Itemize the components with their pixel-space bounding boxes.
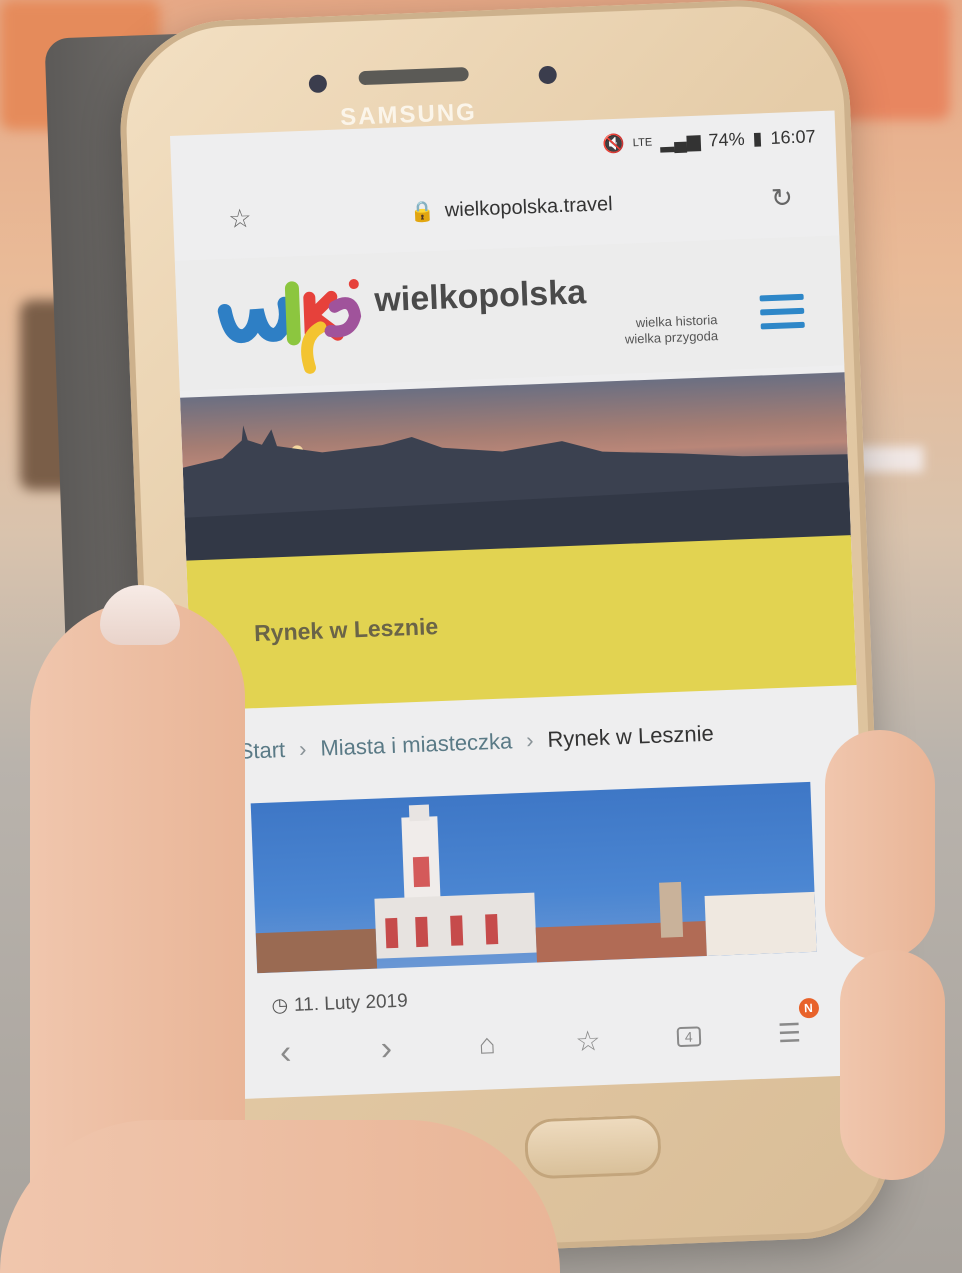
back-arrow-icon[interactable]: ‹: [265, 1031, 307, 1073]
site-header: wielkopolska wielka historia wielka przy…: [174, 235, 845, 391]
hero-image: [180, 372, 851, 563]
bookmarks-star-icon[interactable]: ☆: [567, 1020, 609, 1062]
home-icon[interactable]: ⌂: [466, 1024, 508, 1066]
home-button[interactable]: [523, 1114, 663, 1180]
menu-icon[interactable]: ☰ N: [769, 997, 819, 1054]
breadcrumb: Start › Miasta i miasteczka › Rynek w Le…: [238, 721, 714, 765]
page-title: Rynek w Lesznie: [253, 613, 439, 647]
hero-skyline: [182, 425, 851, 563]
tab-count: 4: [676, 1026, 701, 1048]
signal-icon: ▂▄▆: [659, 130, 701, 152]
wlkp-logo-icon[interactable]: [213, 266, 367, 382]
bookmark-star-icon[interactable]: ☆: [228, 202, 252, 234]
site-name: wielkopolska: [373, 273, 587, 320]
clock: 16:07: [770, 125, 816, 148]
phone-screen: 🔇 LTE ▂▄▆ 74% ▮ 16:07 ☆ 🔒 wielkopolska.t…: [170, 110, 872, 1101]
reload-icon[interactable]: ↻: [770, 182, 793, 214]
site-tagline-1: wielka historia: [635, 312, 718, 331]
breadcrumb-chevron-icon: ›: [525, 727, 535, 753]
url-field[interactable]: 🔒 wielkopolska.travel: [409, 192, 613, 225]
hand-palm: [0, 1120, 560, 1273]
battery-icon: ▮: [752, 127, 763, 149]
earpiece: [358, 66, 469, 86]
menu-notification-badge: N: [798, 997, 819, 1019]
article-photo: [250, 781, 817, 974]
town-hall-illustration: [255, 804, 817, 974]
menu-hamburger-icon[interactable]: [759, 293, 806, 338]
breadcrumb-chevron-icon: ›: [298, 736, 307, 762]
lock-icon: 🔒: [409, 200, 436, 224]
mute-icon: 🔇: [602, 133, 626, 154]
breadcrumb-start[interactable]: Start: [238, 737, 285, 765]
forward-arrow-icon[interactable]: ›: [366, 1028, 408, 1070]
battery-level: 74%: [708, 128, 745, 150]
hand-finger: [840, 950, 945, 1180]
hand-finger: [825, 730, 935, 960]
url-text: wielkopolska.travel: [444, 192, 613, 221]
proximity-sensor: [538, 65, 558, 85]
front-camera: [308, 74, 328, 94]
breadcrumb-cities[interactable]: Miasta i miasteczka: [320, 728, 513, 761]
breadcrumb-current: Rynek w Lesznie: [547, 720, 715, 752]
tabs-button[interactable]: 4: [668, 1016, 710, 1058]
network-type: LTE: [632, 136, 653, 150]
page-title-band: Rynek w Lesznie: [186, 535, 857, 711]
site-tagline-2: wielka przygoda: [624, 328, 719, 347]
